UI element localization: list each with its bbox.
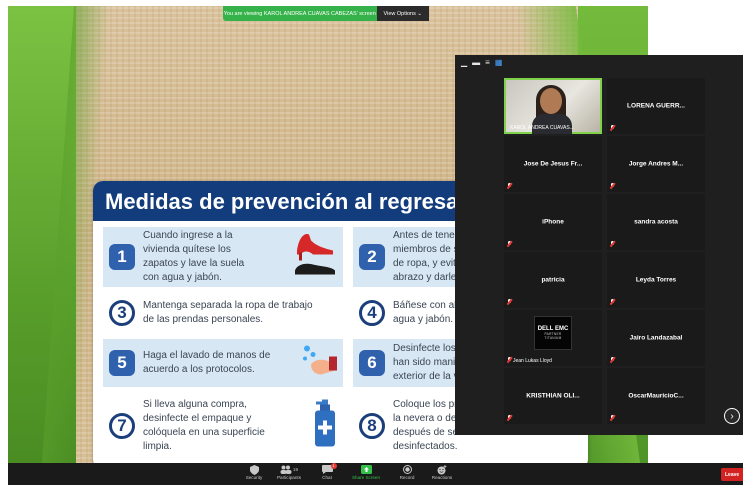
record-label: Record <box>399 475 415 480</box>
step-number: 6 <box>359 350 385 376</box>
participant-name: Leyda Torres <box>635 276 677 284</box>
step-text: Desinfecte los han sido mani exterior de… <box>393 343 459 382</box>
smiley-plus-icon <box>437 464 447 475</box>
video-tile[interactable]: LORENA GUERR... <box>607 78 705 134</box>
shoe-icon <box>291 227 339 288</box>
viewing-screen-banner: You are viewing KAROL ANDREA CUAVAS CABE… <box>223 6 429 21</box>
record-button[interactable]: Record <box>387 464 427 484</box>
share-screen-icon <box>360 464 372 475</box>
step-number: 5 <box>109 350 135 376</box>
step-number: 4 <box>359 300 385 326</box>
handwash-icon <box>297 341 339 386</box>
step-text: Báñese con ab agua y jabón. <box>393 300 460 325</box>
muted-mic-icon <box>610 415 615 421</box>
minimize-icon[interactable]: ▁ <box>461 59 467 67</box>
muted-mic-icon <box>610 241 615 247</box>
participant-name: KRISTHIAN OLI... <box>526 392 580 400</box>
chat-label: Chat <box>322 475 332 480</box>
video-tile[interactable]: OscarMauricioC... <box>607 368 705 424</box>
participant-name: Jairo Landazabal <box>629 334 683 342</box>
step-text: Haga el lavado de manos de acuerdo a los… <box>143 350 271 375</box>
next-page-icon[interactable]: › <box>724 408 740 424</box>
step-number: 8 <box>359 413 385 439</box>
video-tile[interactable]: KRISTHIAN OLI... <box>504 368 602 424</box>
step-text: Si lleva alguna compra, desinfecte el em… <box>143 399 265 452</box>
muted-mic-icon <box>610 357 615 363</box>
view-options-button[interactable]: View Options ⌄ <box>376 6 429 21</box>
sanitizer-bottle-icon <box>311 398 339 455</box>
participants-label: Participants <box>276 475 301 480</box>
video-tile[interactable]: iPhone <box>504 194 602 250</box>
participant-name: sandra acosta <box>634 218 678 226</box>
participant-name: KAROL ANDREA CUAVAS... <box>510 125 574 131</box>
chat-icon: 1 <box>321 463 337 475</box>
muted-mic-icon <box>610 299 615 305</box>
muted-mic-icon <box>507 415 512 421</box>
muted-mic-icon <box>507 299 512 305</box>
video-tile[interactable]: Jairo Landazabal <box>607 310 705 366</box>
step-number: 2 <box>359 244 385 270</box>
list-view-icon[interactable]: ≡ <box>485 59 490 67</box>
participant-name: Jose De Jesus Fr... <box>523 160 583 168</box>
participants-gallery: ▁ ▬ ≡ ▦ KAROL ANDREA CUAVAS... LORENA GU… <box>455 55 743 435</box>
reactions-label: Reactions <box>431 475 453 480</box>
share-screen-button[interactable]: Share Screen <box>346 464 386 484</box>
participant-body <box>532 114 572 134</box>
video-tile[interactable]: Leyda Torres <box>607 252 705 308</box>
step-text: Antes de tener miembros de s de ropa, y … <box>393 230 462 283</box>
participant-name: LORENA GUERR... <box>627 102 685 110</box>
step-text: Cuando ingrese a la vivienda quítese los… <box>143 230 245 283</box>
step-text: Mantenga separada la ropa de trabajo de … <box>143 300 313 325</box>
viewing-banner-text: You are viewing KAROL ANDREA CUAVAS CABE… <box>223 10 376 17</box>
participant-name: iPhone <box>542 218 564 226</box>
step-number: 3 <box>109 300 135 326</box>
muted-mic-icon <box>507 357 512 363</box>
video-tile[interactable]: sandra acosta <box>607 194 705 250</box>
shield-icon <box>249 464 259 475</box>
participant-face <box>540 88 562 114</box>
security-label: Security <box>245 475 263 480</box>
participant-name: patricia <box>541 276 565 284</box>
step-number: 1 <box>109 244 135 270</box>
muted-mic-icon <box>610 183 615 189</box>
step-3: 3 Mantenga separada la ropa de trabajo d… <box>103 291 343 335</box>
video-tile[interactable]: Jorge Andres M... <box>607 136 705 192</box>
dell-emc-logo: DELL EMC PARTNER TITANIUM <box>534 316 572 350</box>
chat-badge: 1 <box>330 463 337 469</box>
step-5: 5 Haga el lavado de manos de acuerdo a l… <box>103 339 343 387</box>
video-tile-self[interactable]: KAROL ANDREA CUAVAS... <box>504 78 602 134</box>
step-text: Coloque los pr la nevera o de después de… <box>393 399 459 452</box>
participants-icon: 19 <box>280 464 298 475</box>
gallery-grid-icon[interactable]: ▦ <box>495 59 503 67</box>
security-button[interactable]: Security <box>234 464 274 484</box>
participant-name: Jean Lukas Lloyd <box>513 358 552 364</box>
muted-mic-icon <box>610 125 615 131</box>
meeting-toolbar: Security 19 Participants 1 Chat Share Sc… <box>8 463 743 485</box>
participants-button[interactable]: 19 Participants <box>269 464 309 484</box>
muted-mic-icon <box>507 183 512 189</box>
zoom-meeting-window: You are viewing KAROL ANDREA CUAVAS CABE… <box>0 0 743 485</box>
share-screen-label: Share Screen <box>351 475 381 480</box>
participants-count: 19 <box>292 467 298 472</box>
step-1: 1 Cuando ingrese a la vivienda quítese l… <box>103 227 343 287</box>
leave-button[interactable]: Leave <box>721 468 743 481</box>
step-number: 7 <box>109 413 135 439</box>
video-tile[interactable]: Jose De Jesus Fr... <box>504 136 602 192</box>
participant-name: Jorge Andres M... <box>628 160 684 168</box>
participant-name: OscarMauricioC... <box>628 392 684 400</box>
chat-button[interactable]: 1 Chat <box>307 463 347 484</box>
step-7: 7 Si lleva alguna compra, desinfecte el … <box>103 391 343 461</box>
reactions-button[interactable]: Reactions <box>422 464 462 484</box>
record-icon <box>402 464 412 475</box>
gallery-controls: ▁ ▬ ≡ ▦ <box>455 55 743 71</box>
muted-mic-icon <box>507 241 512 247</box>
slide-green-left-decoration <box>8 6 76 464</box>
video-tile-dell[interactable]: DELL EMC PARTNER TITANIUM Jean Lukas Llo… <box>504 310 602 366</box>
video-tile[interactable]: patricia <box>504 252 602 308</box>
speaker-view-icon[interactable]: ▬ <box>472 59 480 67</box>
